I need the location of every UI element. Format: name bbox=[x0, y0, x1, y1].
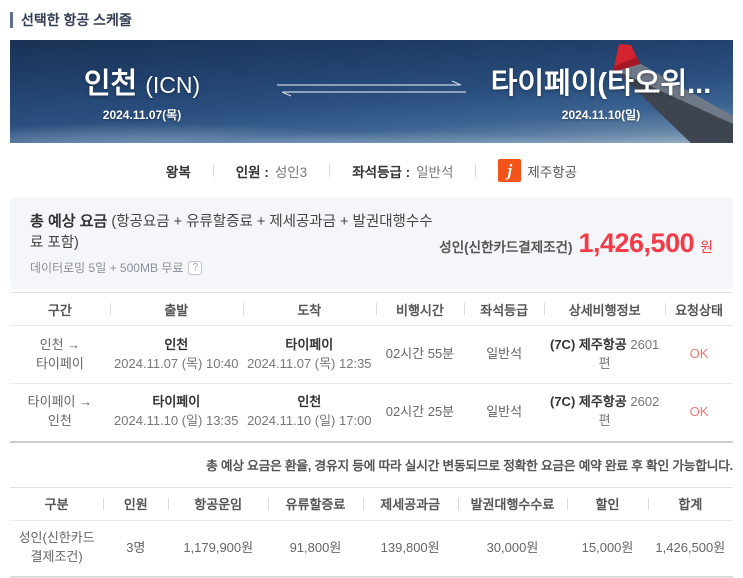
roaming-note: 데이터로밍 5일 + 500MB 무료 bbox=[30, 261, 184, 275]
passengers-label: 인원 : bbox=[235, 164, 269, 180]
fare-row-adult: 성인(신한카드결제조건) 3명 1,179,900원 91,800원 139,8… bbox=[10, 520, 733, 577]
fare-category: 성인(신한카드결제조건) bbox=[10, 520, 104, 577]
booking-summary-bar: 왕복 인원 : 성인3 좌석등급 : 일반석 j 제주항공 bbox=[10, 143, 733, 197]
col-seat-class: 좌석등급 bbox=[464, 292, 545, 326]
col-departure: 출발 bbox=[109, 292, 243, 326]
jeju-air-logo-icon: j bbox=[498, 159, 522, 182]
fare-box-left: 총 예상 요금 (항공요금 + 유류할증료 + 제세공과금 + 발권대행수수료 … bbox=[30, 210, 439, 276]
fare-header-row: 구분 인원 항공운임 유류할증료 제세공과금 발권대행수수료 할인 합계 bbox=[10, 486, 733, 521]
schedule-row-inbound: 타이페이 → 인천 타이페이 2024.11.10 (일) 13:35 인천 2… bbox=[10, 383, 733, 443]
arrival-city-cell: 인천 bbox=[297, 394, 322, 410]
fare-box-title: 총 예상 요금 bbox=[30, 213, 108, 230]
col-flight-detail: 상세비행정보 bbox=[544, 292, 666, 326]
segment-line2: 인천 bbox=[47, 413, 72, 429]
status-badge: OK bbox=[665, 383, 733, 443]
departure-datetime: 2024.11.07 (목) 10:40 bbox=[114, 355, 239, 371]
flight-route-banner: 인천 (ICN) 2024.11.07(목) 타이페이(타오위... 2024.… bbox=[10, 40, 733, 143]
help-icon[interactable]: ? bbox=[188, 260, 203, 275]
fare-box-right: 성인(신한카드결제조건) 1,426,500 원 bbox=[439, 228, 713, 259]
seat-class-cell: 일반석 bbox=[464, 325, 545, 384]
arrival-datetime: 2024.11.10 (일) 17:00 bbox=[247, 413, 372, 429]
col-arrival: 도착 bbox=[242, 292, 376, 326]
flight-airline: (7C) 제주항공 bbox=[550, 336, 627, 352]
divider bbox=[329, 164, 331, 177]
segment-line2: 타이페이 bbox=[35, 355, 84, 371]
col-segment: 구간 bbox=[10, 292, 110, 326]
col-total: 합계 bbox=[647, 486, 733, 521]
seat-class-cell: 일반석 bbox=[464, 383, 545, 443]
fare-airfare: 1,179,900원 bbox=[168, 520, 269, 577]
fare-total: 1,426,500원 bbox=[647, 520, 733, 577]
segment-line1: 타이페이 → bbox=[27, 394, 93, 410]
fare-discount: 15,000원 bbox=[567, 520, 648, 577]
flight-duration: 02시간 25분 bbox=[375, 383, 465, 443]
page-title: 선택한 항공 스케줄 bbox=[10, 12, 733, 28]
estimated-fare-box: 총 예상 요금 (항공요금 + 유류할증료 + 제세공과금 + 발권대행수수료 … bbox=[10, 197, 733, 289]
fare-fuel-surcharge: 91,800원 bbox=[268, 520, 363, 577]
fare-breakdown-table: 구분 인원 항공운임 유류할증료 제세공과금 발권대행수수료 할인 합계 성인(… bbox=[10, 486, 733, 577]
flight-airline: (7C) 제주항공 bbox=[550, 394, 627, 410]
col-request-status: 요청상태 bbox=[665, 292, 733, 326]
flight-schedule-table: 구간 출발 도착 비행시간 좌석등급 상세비행정보 요청상태 인천 → 타이페이… bbox=[10, 292, 733, 443]
fare-price-value: 1,426,500 bbox=[578, 227, 695, 258]
col-tax: 제세공과금 bbox=[362, 486, 458, 521]
col-fuel-surcharge: 유류할증료 bbox=[268, 486, 363, 521]
departure-block: 인천 (ICN) 2024.11.07(목) bbox=[10, 60, 274, 123]
fare-price-unit: 원 bbox=[700, 238, 713, 255]
arrival-date: 2024.11.10(일) bbox=[561, 108, 641, 122]
departure-date: 2024.11.07(목) bbox=[102, 108, 182, 122]
fare-issuing-fee: 30,000원 bbox=[457, 520, 568, 577]
trip-type: 왕복 bbox=[165, 164, 191, 180]
departure-city: 인천 bbox=[83, 68, 138, 100]
passengers-value: 성인3 bbox=[274, 164, 308, 180]
arrival-datetime: 2024.11.07 (목) 12:35 bbox=[247, 355, 372, 371]
divider bbox=[475, 164, 477, 177]
fare-price-label: 성인(신한카드결제조건) bbox=[439, 239, 573, 255]
divider bbox=[212, 164, 214, 177]
fare-notice: 총 예상 요금은 환율, 경유지 등에 따라 실시간 변동되므로 정확한 요금은… bbox=[206, 458, 733, 473]
arrival-city-cell: 타이페이 bbox=[285, 336, 334, 352]
airline-name: 제주항공 bbox=[527, 164, 578, 180]
flight-duration: 02시간 55분 bbox=[375, 325, 465, 384]
roundtrip-arrows-icon bbox=[277, 79, 466, 97]
col-issuing-fee: 발권대행수수료 bbox=[457, 486, 568, 521]
schedule-header-row: 구간 출발 도착 비행시간 좌석등급 상세비행정보 요청상태 bbox=[10, 292, 733, 326]
seat-class-label: 좌석등급 : bbox=[352, 164, 411, 180]
col-duration: 비행시간 bbox=[375, 292, 465, 326]
departure-city-cell: 인천 bbox=[164, 336, 189, 352]
departure-datetime: 2024.11.10 (일) 13:35 bbox=[114, 413, 239, 429]
schedule-row-outbound: 인천 → 타이페이 인천 2024.11.07 (목) 10:40 타이페이 2… bbox=[10, 325, 733, 384]
arrival-block: 타이페이(타오위... 2024.11.10(일) bbox=[469, 60, 733, 123]
col-airfare: 항공운임 bbox=[168, 486, 269, 521]
segment-line1: 인천 → bbox=[39, 336, 81, 352]
col-category: 구분 bbox=[10, 486, 104, 521]
arrival-city: 타이페이(타오위... bbox=[490, 68, 712, 100]
col-discount: 할인 bbox=[567, 486, 648, 521]
departure-airport-code: (ICN) bbox=[145, 72, 201, 98]
fare-count: 3명 bbox=[103, 520, 169, 577]
fare-tax: 139,800원 bbox=[362, 520, 458, 577]
status-badge: OK bbox=[665, 325, 733, 384]
seat-class-value: 일반석 bbox=[416, 164, 454, 180]
departure-city-cell: 타이페이 bbox=[152, 394, 201, 410]
col-count: 인원 bbox=[103, 486, 169, 521]
